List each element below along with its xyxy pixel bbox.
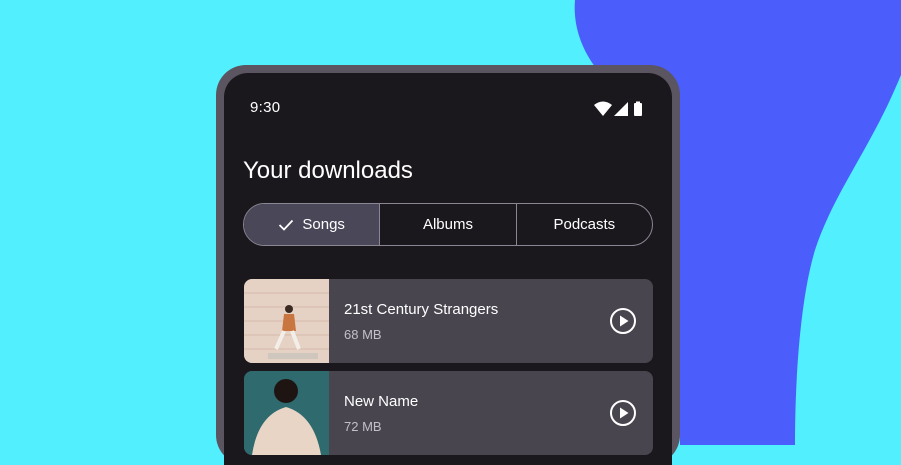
play-icon[interactable]	[609, 307, 637, 335]
list-item[interactable]: 21st Century Strangers 68 MB	[244, 279, 653, 363]
status-icons	[594, 101, 646, 122]
page-title: Your downloads	[243, 157, 413, 184]
track-size: 72 MB	[344, 419, 382, 434]
list-item[interactable]: New Name 72 MB	[244, 371, 653, 455]
album-art	[244, 371, 329, 455]
signal-icon	[614, 102, 628, 116]
wifi-icon	[594, 101, 612, 116]
track-title: 21st Century Strangers	[344, 301, 499, 318]
track-title: New Name	[344, 393, 419, 410]
check-icon	[278, 219, 294, 231]
segmented-button: Songs Albums Podcasts	[243, 203, 653, 246]
downloads-list: 21st Century Strangers 68 MB New Name 72…	[244, 279, 653, 463]
phone-screen: 9:30 Your downloads Songs Albums Podcast…	[224, 73, 672, 465]
status-time: 9:30	[250, 99, 281, 116]
tab-songs[interactable]: Songs	[244, 204, 380, 245]
tab-albums[interactable]: Albums	[379, 204, 515, 245]
play-icon[interactable]	[609, 399, 637, 427]
tab-songs-label: Songs	[302, 216, 345, 233]
tab-podcasts-label: Podcasts	[553, 216, 616, 233]
tab-podcasts[interactable]: Podcasts	[515, 204, 652, 245]
battery-icon	[634, 101, 642, 116]
track-size: 68 MB	[344, 327, 382, 342]
album-art	[244, 279, 329, 363]
tab-albums-label: Albums	[422, 216, 473, 233]
phone-frame: 9:30 Your downloads Songs Albums Podcast…	[216, 65, 680, 465]
